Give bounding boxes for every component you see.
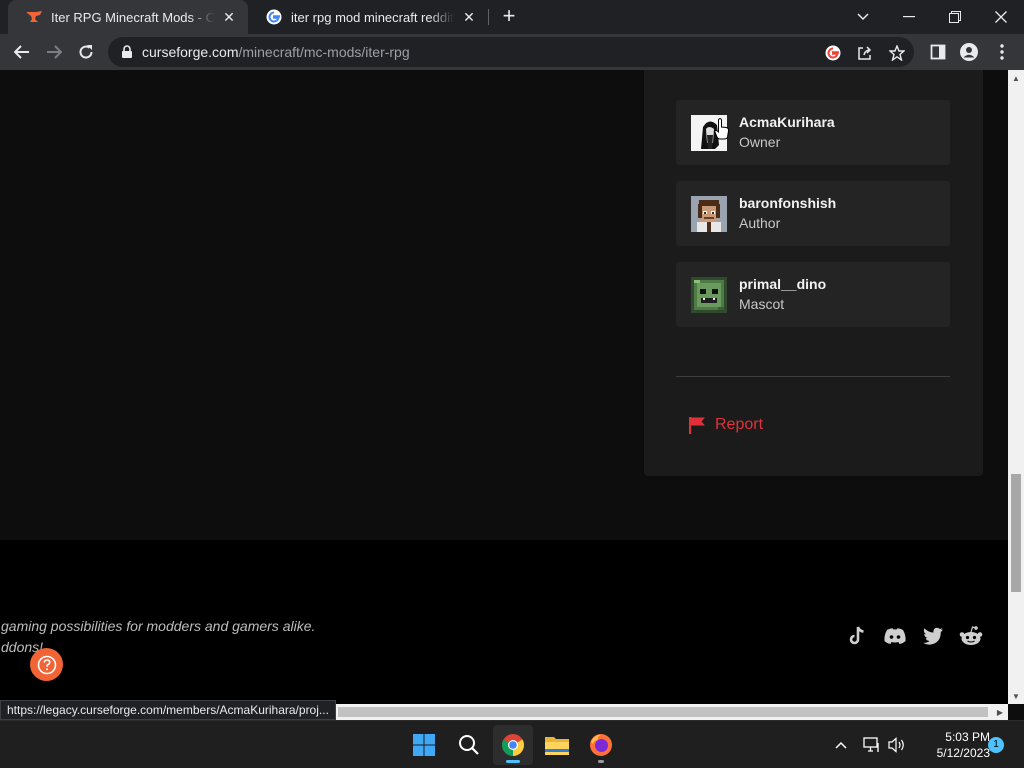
back-button[interactable] — [8, 38, 36, 66]
clock-date: 5/12/2023 — [936, 746, 990, 760]
firefox-icon — [590, 734, 612, 756]
file-explorer-taskbar-button[interactable] — [537, 725, 577, 765]
member-role: Mascot — [739, 296, 785, 312]
lock-icon[interactable] — [120, 45, 134, 59]
tab-curseforge[interactable]: Iter RPG Minecraft Mods - CurseForge ✕ — [8, 0, 248, 34]
close-window-button[interactable] — [978, 0, 1024, 34]
notification-badge[interactable]: 1 — [988, 737, 1004, 753]
tab-separator — [488, 9, 489, 25]
clock-time: 5:03 PM — [945, 730, 990, 744]
tab-title: iter rpg mod minecraft reddit - Google S… — [291, 9, 454, 25]
firefox-taskbar-button[interactable] — [581, 725, 621, 765]
flag-icon — [689, 417, 705, 434]
tab-title: Iter RPG Minecraft Mods - CurseForge — [51, 9, 214, 25]
panel-divider — [676, 376, 950, 377]
side-panel-icon[interactable] — [928, 42, 948, 62]
tab-close-icon[interactable]: ✕ — [220, 8, 238, 26]
member-card[interactable]: primal__dino Mascot — [676, 262, 950, 327]
scroll-up-arrow-icon[interactable]: ▲ — [1008, 70, 1024, 86]
search-icon — [459, 735, 479, 755]
share-icon[interactable] — [856, 44, 874, 62]
url-text[interactable]: curseforge.com/minecraft/mc-mods/iter-rp… — [142, 44, 410, 60]
site-footer: gaming possibilities for modders and gam… — [0, 540, 1008, 720]
report-label: Report — [715, 416, 764, 433]
profile-icon[interactable] — [959, 42, 979, 62]
hand-cursor-icon — [714, 118, 730, 140]
google-favicon-icon — [266, 9, 282, 25]
restore-button[interactable] — [932, 0, 978, 34]
new-tab-button[interactable]: + — [497, 5, 521, 29]
member-name[interactable]: baronfonshish — [739, 194, 836, 213]
menu-kebab-icon[interactable] — [992, 42, 1012, 62]
active-app-indicator — [506, 760, 520, 763]
google-lens-icon[interactable] — [824, 44, 842, 62]
bookmark-star-icon[interactable] — [888, 44, 906, 62]
system-clock[interactable]: 5:03 PM 5/12/2023 — [910, 729, 990, 761]
reddit-icon[interactable] — [959, 626, 983, 646]
help-button[interactable] — [30, 648, 63, 681]
minimize-button[interactable] — [886, 0, 932, 34]
report-link[interactable]: Report — [688, 416, 763, 434]
member-avatar[interactable] — [691, 276, 727, 313]
scroll-down-arrow-icon[interactable]: ▼ — [1008, 688, 1024, 704]
curseforge-favicon-icon — [26, 9, 42, 25]
windows-taskbar: 5:03 PM 5/12/2023 1 — [0, 720, 1024, 768]
member-avatar[interactable] — [691, 195, 727, 232]
question-icon — [37, 655, 56, 674]
chrome-taskbar-button[interactable] — [493, 725, 533, 765]
chrome-icon — [502, 734, 524, 756]
page-viewport: AcmaKurihara Owner baronfonshish Author … — [0, 70, 1008, 720]
address-bar[interactable]: curseforge.com/minecraft/mc-mods/iter-rp… — [108, 37, 914, 67]
reload-button[interactable] — [72, 38, 100, 66]
forward-button[interactable] — [40, 38, 68, 66]
folder-icon — [545, 737, 569, 755]
member-name[interactable]: primal__dino — [739, 275, 826, 294]
vertical-scroll-thumb[interactable] — [1011, 474, 1021, 592]
main-content-area: AcmaKurihara Owner baronfonshish Author … — [0, 70, 1008, 540]
member-info: AcmaKurihara Owner — [739, 113, 835, 152]
member-role: Author — [739, 215, 781, 231]
browser-tabstrip: Iter RPG Minecraft Mods - CurseForge ✕ i… — [0, 0, 1024, 34]
twitter-icon[interactable] — [921, 626, 945, 646]
volume-icon[interactable] — [887, 735, 907, 755]
start-button[interactable] — [404, 725, 444, 765]
member-info: baronfonshish Author — [739, 194, 836, 233]
member-card[interactable]: baronfonshish Author — [676, 181, 950, 246]
member-card[interactable]: AcmaKurihara Owner — [676, 100, 950, 165]
url-path: /minecraft/mc-mods/iter-rpg — [238, 44, 410, 60]
scroll-right-arrow-icon[interactable]: ▶ — [992, 704, 1008, 720]
windows-logo-icon — [413, 734, 435, 756]
running-app-indicator — [598, 760, 604, 763]
footer-tagline: gaming possibilities for modders and gam… — [1, 618, 316, 634]
member-info: primal__dino Mascot — [739, 275, 826, 314]
browser-toolbar: curseforge.com/minecraft/mc-mods/iter-rp… — [0, 34, 1024, 70]
horizontal-scroll-thumb[interactable] — [338, 707, 988, 717]
url-host: curseforge.com — [142, 44, 239, 60]
link-status-bubble: https://legacy.curseforge.com/members/Ac… — [0, 700, 336, 720]
tiktok-icon[interactable] — [845, 626, 869, 646]
vertical-scrollbar[interactable]: ▲ ▼ — [1008, 70, 1024, 704]
network-icon[interactable] — [862, 735, 882, 755]
search-button[interactable] — [449, 725, 489, 765]
discord-icon[interactable] — [883, 626, 907, 646]
member-name[interactable]: AcmaKurihara — [739, 113, 835, 132]
project-members-panel: AcmaKurihara Owner baronfonshish Author … — [644, 70, 983, 476]
tab-close-icon[interactable]: ✕ — [460, 8, 478, 26]
tab-google-search[interactable]: iter rpg mod minecraft reddit - Google S… — [248, 0, 488, 34]
show-hidden-icons-chevron-icon[interactable] — [831, 735, 851, 755]
tab-search-dropdown-icon[interactable] — [840, 0, 886, 34]
member-role: Owner — [739, 134, 781, 150]
